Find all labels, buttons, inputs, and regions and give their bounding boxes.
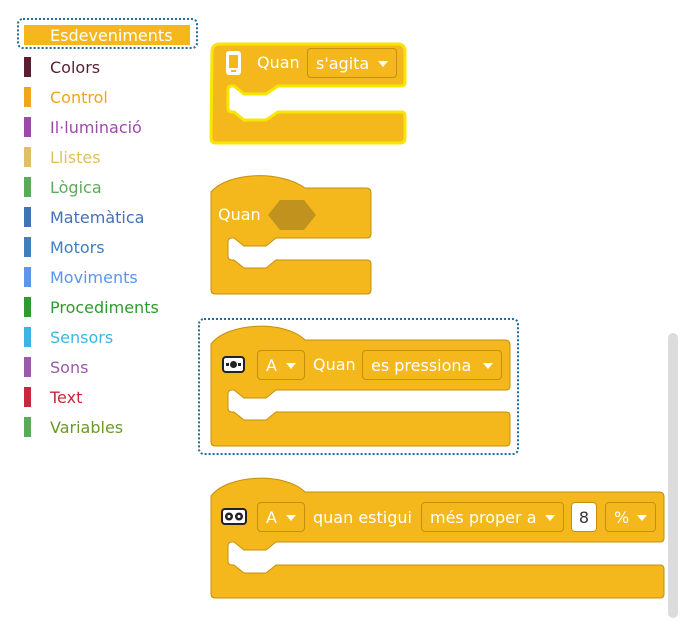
distance-unit-dropdown[interactable]: % — [605, 502, 656, 532]
distance-block-label: quan estigui — [313, 508, 412, 527]
chevron-down-icon — [637, 515, 647, 521]
distance-port-value: A — [266, 507, 277, 527]
distance-value-input[interactable]: 8 — [571, 502, 597, 532]
block-shapes — [209, 42, 665, 599]
chevron-down-icon — [378, 61, 388, 67]
touch-port-value: A — [266, 355, 277, 375]
shake-dropdown[interactable]: s'agita — [307, 48, 397, 78]
distance-comparison-dropdown[interactable]: més proper a — [421, 502, 564, 532]
chevron-down-icon — [286, 515, 296, 521]
distance-unit-value: % — [614, 507, 630, 527]
touch-port-dropdown[interactable]: A — [257, 350, 305, 380]
ultrasonic-sensor-icon — [221, 508, 247, 525]
shake-block-label: Quan — [257, 53, 300, 72]
phone-icon — [226, 51, 241, 75]
selected-block-outline — [198, 318, 519, 455]
touch-state-dropdown[interactable]: es pressiona — [362, 350, 502, 380]
touch-block-label: Quan — [313, 355, 356, 374]
touch-state-value: es pressiona — [371, 355, 472, 375]
vertical-scrollbar[interactable] — [668, 333, 678, 618]
generic-event-block[interactable] — [210, 175, 372, 295]
chevron-down-icon — [545, 515, 555, 521]
touch-sensor-icon — [222, 356, 245, 373]
distance-comparison-value: més proper a — [430, 507, 537, 527]
distance-value: 8 — [578, 507, 590, 527]
chevron-down-icon — [483, 363, 493, 369]
shake-dropdown-value: s'agita — [316, 53, 370, 73]
distance-sensor-event-block[interactable] — [210, 477, 665, 599]
chevron-down-icon — [286, 363, 296, 369]
generic-block-label: Quan — [218, 205, 261, 224]
distance-port-dropdown[interactable]: A — [257, 502, 305, 532]
